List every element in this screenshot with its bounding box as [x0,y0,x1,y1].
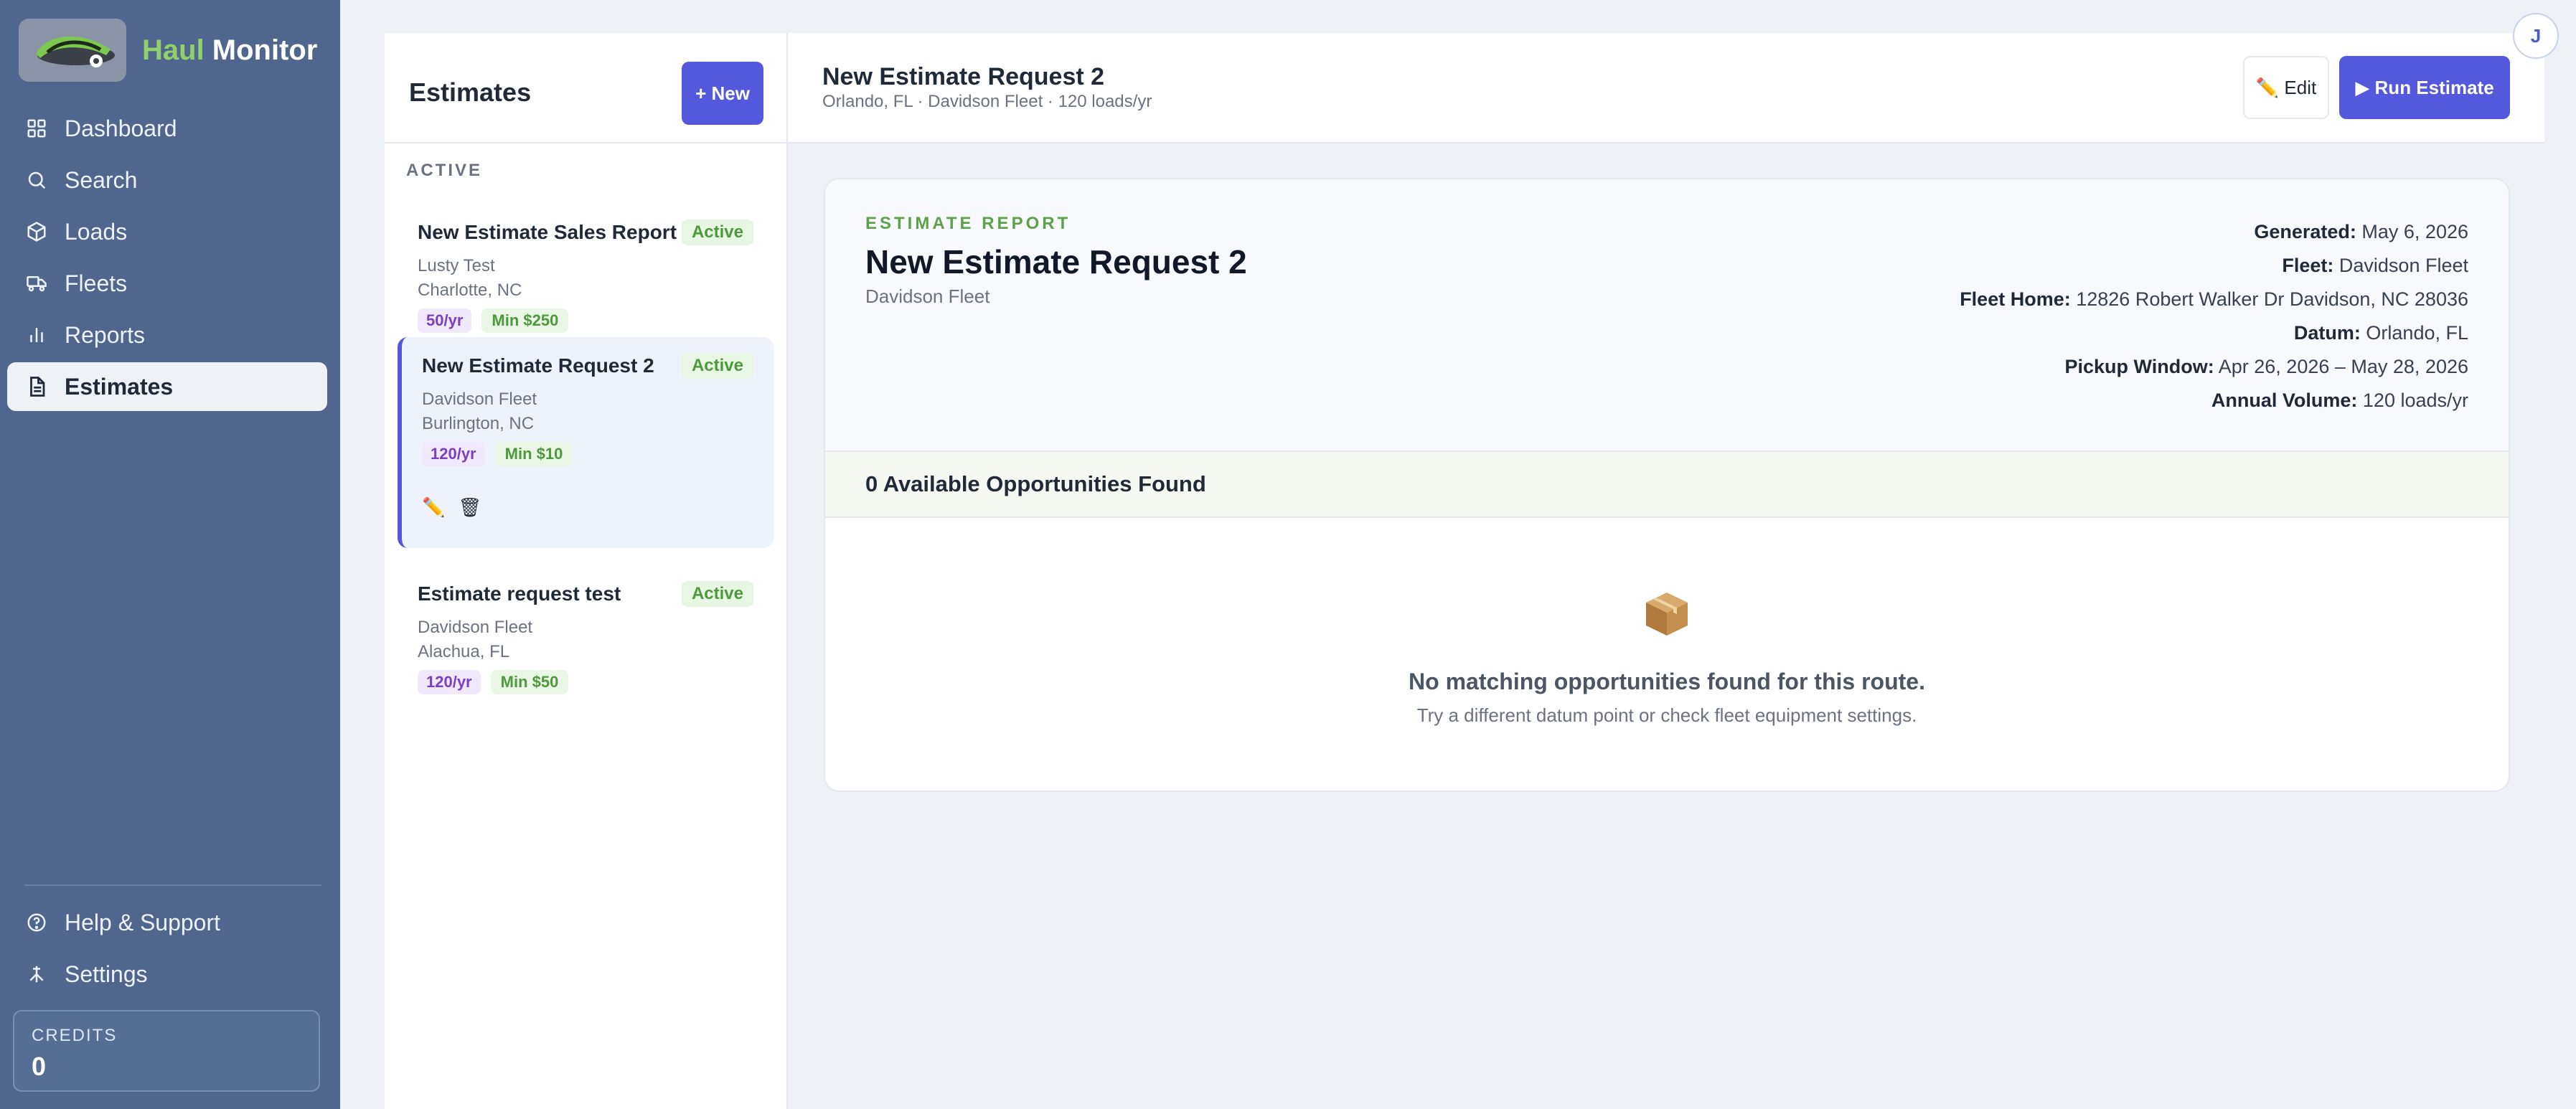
nav-label: Search [65,166,138,193]
sidebar: Haul Monitor Dashboard Search Loads Flee… [0,0,340,1109]
brand[interactable]: Haul Monitor [19,19,317,82]
brand-name: Haul Monitor [142,34,318,66]
meta-fleet: Fleet: Davidson Fleet [2282,255,2468,276]
package-icon [1642,588,1692,638]
settings-icon [24,962,49,986]
list-item[interactable]: New Estimate Sales Report Active Lusty T… [398,204,774,349]
estimate-name: Estimate request test [418,582,621,605]
meta-annual-volume: Annual Volume: 120 loads/yr [2211,390,2468,411]
estimate-location: Burlington, NC [422,414,535,433]
truck-icon [24,271,49,296]
nav-label: Dashboard [65,115,177,141]
list-header: Estimates + New [385,33,786,143]
trash-icon[interactable]: 🗑 [458,496,481,519]
page-title: New Estimate Request 2 [822,63,1105,90]
nav-label: Fleets [65,270,128,296]
empty-subtitle: Try a different datum point or check fle… [1416,704,1917,726]
estimate-location: Charlotte, NC [418,280,522,300]
estimate-fleet: Davidson Fleet [422,390,537,409]
main-nav: Dashboard Search Loads Fleets Reports Es… [7,104,327,414]
estimate-fleet: Lusty Test [418,256,495,275]
nav-item-estimates[interactable]: Estimates [7,362,327,411]
section-label: ACTIVE [406,161,483,180]
box-icon [24,220,49,244]
edit-button[interactable]: ✏️ Edit [2243,56,2329,119]
credits-box: CREDITS 0 [13,1010,320,1092]
min-tag: Min $50 [490,670,569,694]
nav-item-dashboard[interactable]: Dashboard [7,104,327,153]
min-tag: Min $250 [481,308,569,333]
nav-label: Estimates [65,373,174,400]
estimate-report-card: ESTIMATE REPORT New Estimate Request 2 D… [824,178,2510,792]
report-title: New Estimate Request 2 [865,243,1247,280]
nav-item-loads[interactable]: Loads [7,207,327,256]
list-title: Estimates [409,77,532,107]
page-subtitle: Orlando, FL · Davidson Fleet · 120 loads… [822,92,1152,111]
meta-pickup-window: Pickup Window: Apr 26, 2026 – May 28, 20… [2064,356,2468,377]
edit-pencil-icon[interactable]: ✏️ [422,496,445,519]
estimate-location: Alachua, FL [418,642,510,661]
grid-icon [24,116,49,141]
estimate-name: New Estimate Request 2 [422,354,654,377]
estimates-list-panel: Estimates + New ACTIVE New Estimate Sale… [385,33,788,1109]
help-circle-icon [24,910,49,935]
meta-fleet-home: Fleet Home: 12826 Robert Walker Dr David… [1960,288,2468,310]
avatar[interactable]: J [2513,13,2559,59]
new-estimate-button[interactable]: + New [682,62,763,125]
status-badge: Active [681,581,753,607]
logo-icon [19,19,126,82]
run-estimate-button[interactable]: ▶ Run Estimate [2339,56,2510,119]
credits-value: 0 [32,1052,47,1081]
nav-label: Reports [65,321,146,348]
detail-header: New Estimate Request 2 Orlando, FL · Dav… [788,33,2544,143]
credits-label: CREDITS [32,1026,118,1045]
report-meta: Generated: May 6, 2026 Fleet: Davidson F… [1960,215,2468,417]
nav-item-fleets[interactable]: Fleets [7,259,327,308]
document-icon [24,374,49,399]
meta-datum: Datum: Orlando, FL [2293,322,2468,344]
list-item[interactable]: Estimate request test Active Davidson Fl… [398,565,774,710]
nav-label: Settings [65,961,148,987]
search-icon [24,168,49,192]
opportunities-count: 0 Available Opportunities Found [825,452,2509,518]
empty-state: No matching opportunities found for this… [825,518,2509,791]
nav-item-search[interactable]: Search [7,156,327,204]
volume-tag: 120/yr [418,670,481,694]
bottom-nav: Help & Support Settings [7,898,327,1001]
list-item-selected[interactable]: New Estimate Request 2 Active Davidson F… [398,337,774,548]
status-badge: Active [681,220,753,245]
sidebar-divider [24,884,321,886]
estimate-fleet: Davidson Fleet [418,618,533,637]
empty-title: No matching opportunities found for this… [1409,669,1925,694]
estimate-name: New Estimate Sales Report [418,221,677,243]
bar-chart-icon [24,323,49,347]
min-tag: Min $10 [494,442,573,466]
nav-label: Loads [65,218,128,245]
nav-item-settings[interactable]: Settings [7,950,327,999]
volume-tag: 120/yr [422,442,485,466]
status-badge: Active [681,353,753,379]
nav-item-reports[interactable]: Reports [7,311,327,359]
nav-label: Help & Support [65,909,221,935]
meta-generated: Generated: May 6, 2026 [2254,221,2468,242]
nav-item-help[interactable]: Help & Support [7,898,327,947]
report-fleet: Davidson Fleet [865,285,990,307]
report-summary: ESTIMATE REPORT New Estimate Request 2 D… [825,179,2509,452]
report-kicker: ESTIMATE REPORT [865,214,1071,233]
volume-tag: 50/yr [418,308,472,333]
